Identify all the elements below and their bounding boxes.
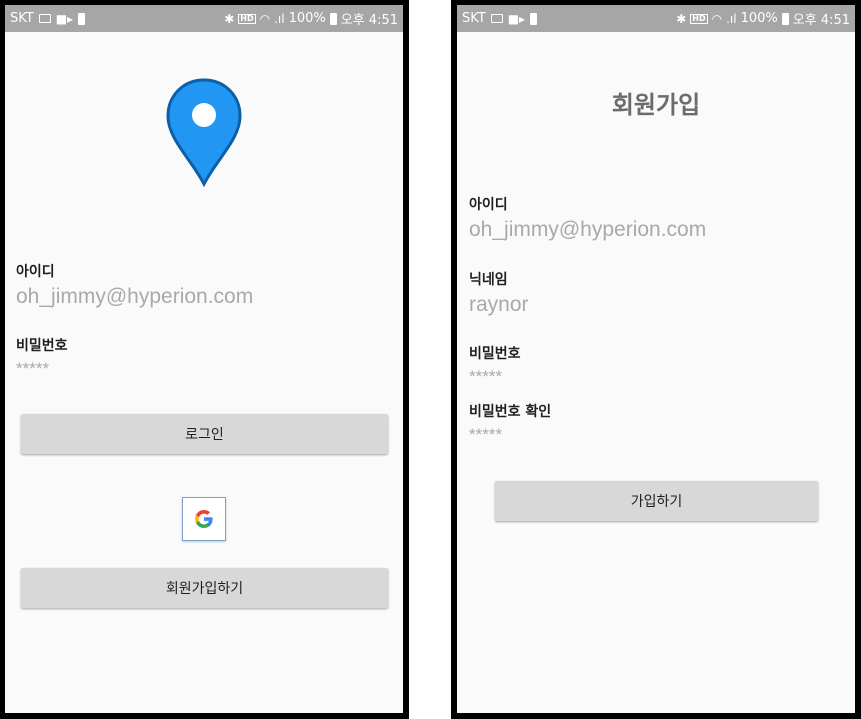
password-confirm-label: 비밀번호 확인 [469,404,552,420]
status-bar: SKT ■▸ ✱ HD ◠ .ıl 100% 오후 4:51 [457,5,855,32]
login-button[interactable]: 로그인 [21,414,388,454]
nickname-input[interactable]: raynor [469,293,529,317]
id-input[interactable]: oh_jimmy@hyperion.com [16,285,253,309]
signup-button[interactable]: 회원가입하기 [21,568,388,608]
clock: 오후 4:51 [792,13,850,28]
password-label: 비밀번호 [469,346,521,362]
bluetooth-icon: ✱ [676,11,687,26]
battery-percent: 100% [740,11,778,26]
page-title: 회원가입 [611,91,701,119]
id-input[interactable]: oh_jimmy@hyperion.com [469,218,706,242]
gallery-notification-icon [38,14,51,23]
carrier-label: SKT [462,11,486,26]
google-sign-in-button[interactable] [182,497,226,541]
nickname-label: 닉네임 [469,272,508,288]
signup-phone-frame: SKT ■▸ ✱ HD ◠ .ıl 100% 오후 4:51 회원가입 아이디 … [451,0,861,719]
storage-notification-icon [78,12,86,25]
status-bar: SKT ■▸ ✱ HD ◠ .ıl 100% 오후 4:51 [5,5,403,32]
signup-screen: SKT ■▸ ✱ HD ◠ .ıl 100% 오후 4:51 회원가입 아이디 … [457,5,855,713]
storage-notification-icon [530,12,538,25]
carrier-label: SKT [10,11,34,26]
login-screen: SKT ■▸ ✱ HD ◠ .ıl 100% 오후 4:51 아이디 oh_ji… [5,5,403,713]
hd-voice-icon: HD [690,13,708,24]
signal-icon: .ıl [726,11,737,26]
battery-percent: 100% [288,11,326,26]
signal-icon: .ıl [274,11,285,26]
password-confirm-input[interactable]: ***** [469,425,502,445]
bluetooth-icon: ✱ [224,11,235,26]
video-notification-icon: ■▸ [55,11,74,26]
video-notification-icon: ■▸ [507,11,526,26]
id-label: 아이디 [469,197,508,213]
wifi-icon: ◠ [259,11,271,26]
password-input[interactable]: ***** [16,359,49,379]
hd-voice-icon: HD [238,13,256,24]
battery-icon [329,12,337,25]
google-icon [195,510,213,528]
id-label: 아이디 [16,264,55,280]
gallery-notification-icon [490,14,503,23]
clock: 오후 4:51 [340,13,398,28]
login-phone-frame: SKT ■▸ ✱ HD ◠ .ıl 100% 오후 4:51 아이디 oh_ji… [0,0,409,719]
password-input[interactable]: ***** [469,367,502,387]
battery-icon [781,12,789,25]
location-pin-icon [166,78,242,187]
password-label: 비밀번호 [16,338,68,354]
wifi-icon: ◠ [711,11,723,26]
submit-signup-button[interactable]: 가입하기 [495,481,818,521]
